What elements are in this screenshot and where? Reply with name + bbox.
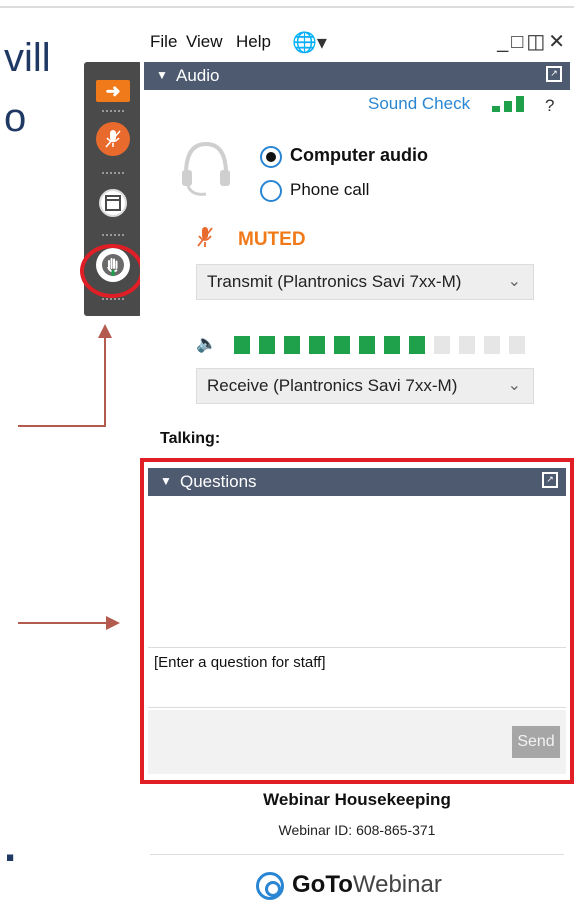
screen-icon[interactable] <box>96 186 130 220</box>
receive-device-value: Receive (Plantronics Savi 7xx-M) <box>207 376 458 395</box>
sound-check-link[interactable]: Sound Check <box>368 94 470 114</box>
transmit-device-value: Transmit (Plantronics Savi 7xx-M) <box>207 272 462 291</box>
radio-selected-dot <box>266 152 276 162</box>
slide-text-fragment: . <box>4 822 17 871</box>
talking-label: Talking: <box>160 430 221 447</box>
slide-text-fragment: o <box>4 96 27 140</box>
receive-device-select[interactable]: Receive (Plantronics Savi 7xx-M) ⌄ <box>196 368 534 404</box>
audio-level-meter <box>234 336 534 354</box>
menu-bar: File View Help 🌐▾ _□◫✕ <box>140 24 574 62</box>
level-segment <box>284 336 300 354</box>
questions-pane-header[interactable]: ▼ Questions ↗ <box>148 468 566 496</box>
webinar-title: Webinar Housekeeping <box>263 790 451 809</box>
question-log[interactable] <box>148 496 566 648</box>
brand-wordmark: GoToWebinar <box>292 871 442 899</box>
level-segment <box>484 336 500 354</box>
questions-title: Questions <box>180 472 257 491</box>
signal-bar <box>516 96 524 112</box>
menu-view[interactable]: View <box>186 32 223 52</box>
level-segment <box>309 336 325 354</box>
level-segment <box>234 336 250 354</box>
annotation-arrow-line <box>18 622 110 624</box>
window-controls[interactable]: _□◫✕ <box>497 29 568 54</box>
control-panel: File View Help 🌐▾ _□◫✕ ▼ Audio ↗ Sound C… <box>140 24 574 924</box>
menu-help[interactable]: Help <box>236 32 271 52</box>
brand-bold: GoTo <box>292 871 353 898</box>
signal-bar <box>504 101 512 112</box>
send-bar: Send <box>148 710 566 774</box>
signal-bar <box>492 106 500 112</box>
level-segment <box>259 336 275 354</box>
level-segment <box>359 336 375 354</box>
help-icon[interactable]: ? <box>545 96 554 116</box>
annotation-arrowhead <box>106 616 120 630</box>
level-segment <box>459 336 475 354</box>
send-button[interactable]: Send <box>512 726 560 758</box>
chevron-down-icon: ⌄ <box>507 377 521 394</box>
divider <box>102 110 124 116</box>
level-segment <box>434 336 450 354</box>
muted-status: MUTED <box>238 229 306 250</box>
popout-icon[interactable]: ↗ <box>546 66 562 82</box>
radio-phone-call[interactable] <box>260 180 282 202</box>
microphone-muted-icon <box>105 130 121 148</box>
brand-regular: Webinar <box>352 871 442 898</box>
annotation-arrowhead <box>98 324 112 338</box>
question-input[interactable]: [Enter a question for staff] <box>148 650 566 708</box>
radio-computer-audio[interactable] <box>260 146 282 168</box>
microphone-muted-icon[interactable] <box>196 226 214 254</box>
divider <box>102 172 124 178</box>
microphone-muted-icon[interactable] <box>96 122 130 156</box>
slide-top-rule <box>0 6 574 8</box>
divider <box>150 854 564 855</box>
collapse-triangle-icon[interactable]: ▼ <box>156 68 168 82</box>
screen-icon <box>105 195 121 211</box>
annotation-arrow-line <box>18 425 106 427</box>
arrow-right-icon[interactable]: ➜ <box>96 80 130 102</box>
chevron-down-icon: ⌄ <box>507 273 521 290</box>
level-segment <box>384 336 400 354</box>
level-segment <box>409 336 425 354</box>
microphone-muted-icon <box>197 227 213 247</box>
highlight-circle <box>80 244 144 298</box>
headset-icon <box>182 141 230 196</box>
transmit-device-select[interactable]: Transmit (Plantronics Savi 7xx-M) ⌄ <box>196 264 534 300</box>
webinar-id: Webinar ID: 608-865-371 <box>278 822 436 838</box>
level-segment <box>509 336 525 354</box>
gotowebinar-logo: GoToWebinar <box>256 868 476 904</box>
questions-pane-highlight: ▼ Questions ↗ [Enter a question for staf… <box>140 458 574 784</box>
globe-icon[interactable]: 🌐▾ <box>292 30 327 55</box>
audio-title: Audio <box>176 66 220 85</box>
annotation-arrow-line <box>104 338 106 427</box>
divider <box>102 234 124 240</box>
speaker-icon: 🔈 <box>196 334 218 353</box>
audio-pane-header[interactable]: ▼ Audio ↗ <box>144 62 570 90</box>
phone-call-label[interactable]: Phone call <box>290 180 369 200</box>
slide-text-fragment: vill <box>4 36 51 80</box>
signal-strength-icon <box>492 96 528 112</box>
computer-audio-label[interactable]: Computer audio <box>290 145 428 166</box>
menu-file[interactable]: File <box>150 32 177 52</box>
gotowebinar-logo-icon <box>256 872 284 900</box>
divider <box>102 298 124 304</box>
level-segment <box>334 336 350 354</box>
collapse-triangle-icon[interactable]: ▼ <box>160 474 172 488</box>
popout-icon[interactable]: ↗ <box>542 472 558 488</box>
